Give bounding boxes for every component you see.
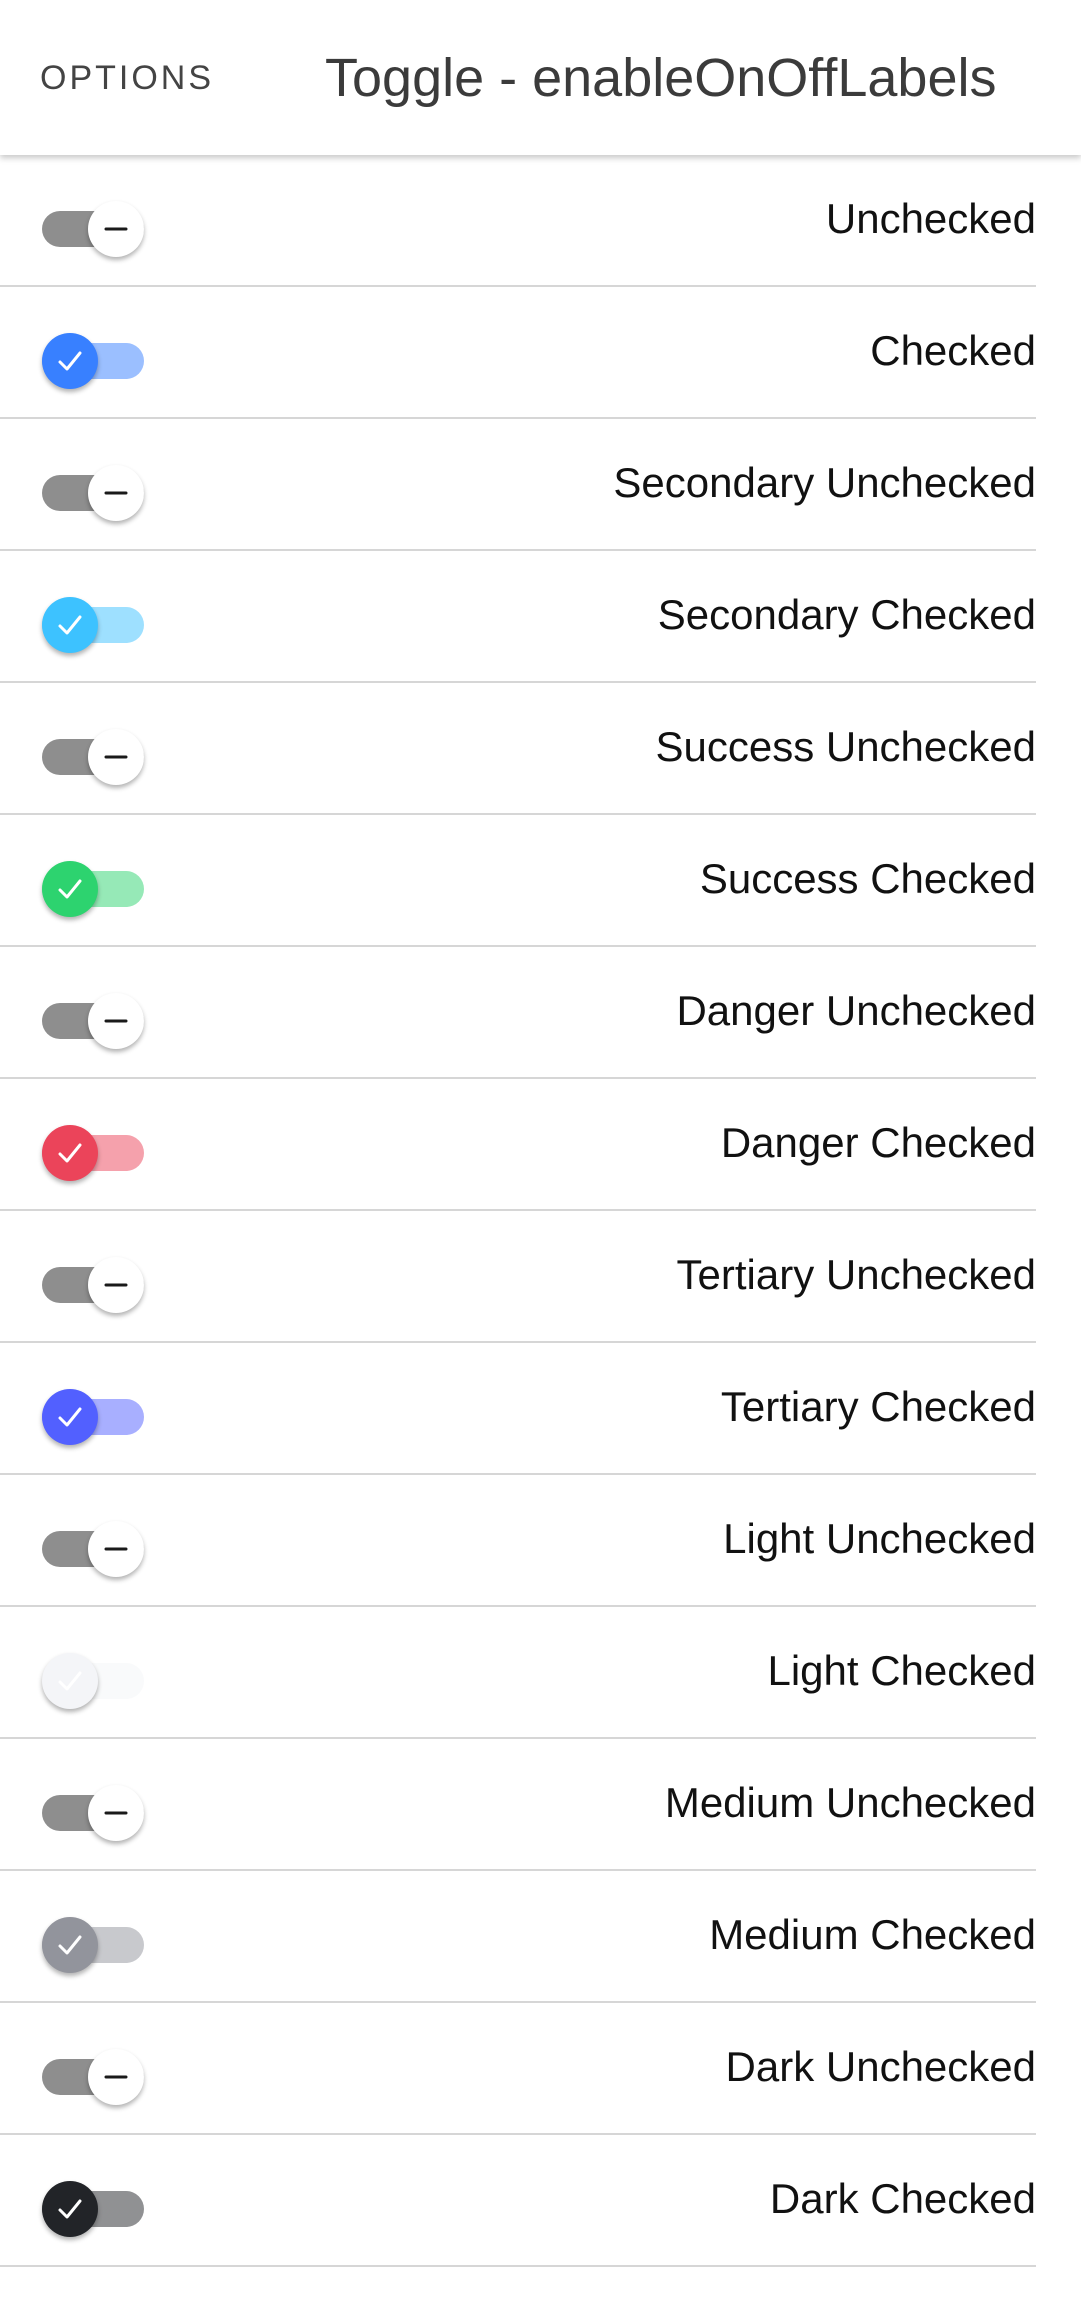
options-button[interactable]: OPTIONS <box>40 50 214 106</box>
toggle-switch[interactable] <box>42 1781 144 1841</box>
toggle-knob <box>88 729 144 785</box>
minus-icon <box>104 1283 128 1287</box>
toggle-switch[interactable] <box>42 857 144 917</box>
minus-icon <box>104 491 128 495</box>
toggle-knob <box>42 597 98 653</box>
toggle-switch[interactable] <box>42 1385 144 1445</box>
toggle-knob <box>88 465 144 521</box>
toggle-switch[interactable] <box>42 1649 144 1709</box>
toggle-label: Dark Checked <box>769 2175 1036 2222</box>
toggle-label: Danger Checked <box>720 1119 1036 1166</box>
minus-icon <box>104 755 128 759</box>
toggle-knob <box>88 1257 144 1313</box>
toggle-label: Secondary Checked <box>657 591 1036 638</box>
toggle-item[interactable]: Tertiary Checked <box>0 1343 1081 1475</box>
minus-icon <box>104 1811 128 1815</box>
toggle-label: Tertiary Unchecked <box>676 1251 1036 1298</box>
toggle-item[interactable]: Unchecked <box>0 155 1081 287</box>
toggle-knob <box>42 1653 98 1709</box>
toggle-item[interactable]: Light Unchecked <box>0 1475 1081 1607</box>
toggle-item[interactable]: Success Checked <box>0 815 1081 947</box>
checkmark-icon <box>58 1407 82 1427</box>
toggle-switch[interactable] <box>42 2177 144 2237</box>
minus-icon <box>104 1019 128 1023</box>
toolbar: OPTIONS Toggle - enableOnOffLabels <box>0 0 1081 155</box>
toggle-item[interactable]: Light Checked <box>0 1607 1081 1739</box>
toggle-item[interactable]: Medium Unchecked <box>0 1739 1081 1871</box>
toggle-item[interactable]: Dark Unchecked <box>0 2003 1081 2135</box>
toggle-switch[interactable] <box>42 329 144 389</box>
checkmark-icon <box>58 1143 82 1163</box>
toggle-item[interactable]: Medium Checked <box>0 1871 1081 2003</box>
toggle-label: Unchecked <box>825 195 1036 242</box>
toggle-knob <box>88 993 144 1049</box>
toggle-knob <box>88 1785 144 1841</box>
checkmark-icon <box>58 1671 82 1691</box>
toggle-item[interactable]: Secondary Checked <box>0 551 1081 683</box>
toggle-item[interactable]: Dark Checked <box>0 2135 1081 2267</box>
toggle-label: Light Checked <box>767 1647 1036 1694</box>
toggle-label: Success Unchecked <box>655 723 1036 770</box>
toggle-switch[interactable] <box>42 461 144 521</box>
toggle-item[interactable]: Danger Unchecked <box>0 947 1081 1079</box>
toggle-label: Dark Unchecked <box>725 2043 1036 2090</box>
toggle-knob <box>42 333 98 389</box>
toggle-switch[interactable] <box>42 593 144 653</box>
toggle-knob <box>42 1125 98 1181</box>
toggle-item[interactable]: Secondary Unchecked <box>0 419 1081 551</box>
toggle-switch[interactable] <box>42 725 144 785</box>
divider <box>0 2265 1036 2267</box>
toggle-label: Tertiary Checked <box>720 1383 1036 1430</box>
toggle-knob <box>42 861 98 917</box>
toggle-item[interactable]: Checked <box>0 287 1081 419</box>
toggle-knob <box>42 2181 98 2237</box>
toggle-label: Medium Unchecked <box>664 1779 1036 1826</box>
toggle-knob <box>42 1917 98 1973</box>
toggle-switch[interactable] <box>42 989 144 1049</box>
toggle-knob <box>88 2049 144 2105</box>
toggle-label: Checked <box>870 327 1036 374</box>
page-title: Toggle - enableOnOffLabels <box>325 48 997 108</box>
checkmark-icon <box>58 879 82 899</box>
minus-icon <box>104 227 128 231</box>
checkmark-icon <box>58 615 82 635</box>
checkmark-icon <box>58 351 82 371</box>
toggle-switch[interactable] <box>42 1253 144 1313</box>
toggle-item[interactable]: Success Unchecked <box>0 683 1081 815</box>
toggle-knob <box>42 1389 98 1445</box>
toggle-list: Unchecked Checked Secondary Unchecked Secon… <box>0 155 1081 2267</box>
toggle-switch[interactable] <box>42 1913 144 1973</box>
toggle-knob <box>88 1521 144 1577</box>
toggle-switch[interactable] <box>42 1517 144 1577</box>
toggle-label: Success Checked <box>699 855 1036 902</box>
toggle-label: Light Unchecked <box>723 1515 1036 1562</box>
toggle-switch[interactable] <box>42 2045 144 2105</box>
toggle-switch[interactable] <box>42 1121 144 1181</box>
toggle-item[interactable]: Danger Checked <box>0 1079 1081 1211</box>
minus-icon <box>104 2075 128 2079</box>
toggle-label: Secondary Unchecked <box>613 459 1036 506</box>
checkmark-icon <box>58 2199 82 2219</box>
toggle-switch[interactable] <box>42 197 144 257</box>
toggle-label: Danger Unchecked <box>676 987 1036 1034</box>
toggle-label: Medium Checked <box>709 1911 1036 1958</box>
checkmark-icon <box>58 1935 82 1955</box>
minus-icon <box>104 1547 128 1551</box>
toggle-knob <box>88 201 144 257</box>
toggle-item[interactable]: Tertiary Unchecked <box>0 1211 1081 1343</box>
